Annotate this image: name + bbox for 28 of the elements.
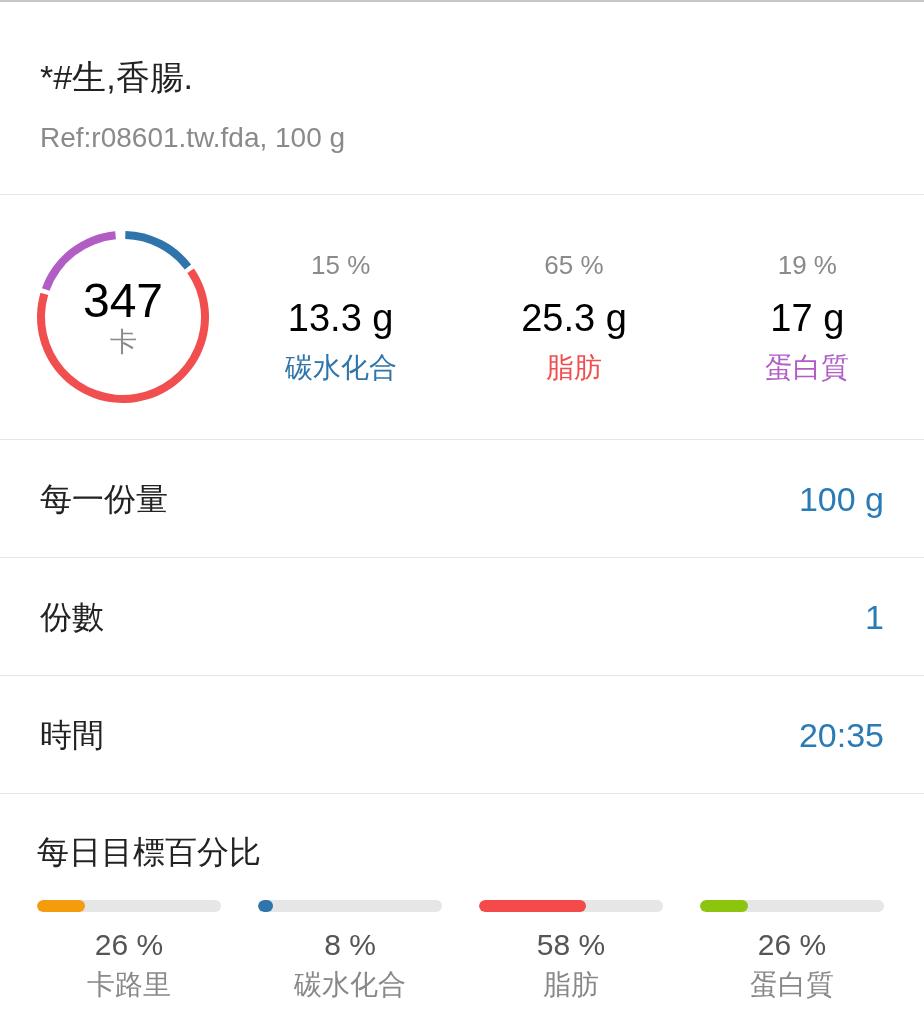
macro-amount: 17 g bbox=[770, 295, 845, 340]
food-title: *#生,香腸. bbox=[40, 57, 194, 97]
goal-label: 卡路里 bbox=[87, 968, 171, 1002]
macro-label: 碳水化合 bbox=[284, 350, 397, 385]
macro-percent: 19 % bbox=[777, 249, 837, 280]
macro-percent: 65 % bbox=[544, 249, 604, 280]
goal-percent: 26 % bbox=[94, 928, 164, 962]
field-label: 每一份量 bbox=[40, 479, 168, 518]
section-title: 每日目標百分比 bbox=[37, 833, 261, 872]
goal-percent: 8 % bbox=[324, 928, 376, 962]
macro-amount: 13.3 g bbox=[287, 295, 394, 340]
macro-label: 脂肪 bbox=[546, 350, 602, 385]
field-value[interactable]: 100 g bbox=[798, 478, 884, 519]
goal-label: 蛋白質 bbox=[750, 968, 834, 1002]
goal-label: 碳水化合 bbox=[294, 968, 406, 1002]
goal-label: 脂肪 bbox=[543, 968, 599, 1002]
goal-percent: 26 % bbox=[757, 928, 827, 962]
macro-amount: 25.3 g bbox=[521, 295, 627, 340]
calorie-value: 347 bbox=[82, 276, 164, 326]
calorie-unit: 卡 bbox=[109, 326, 137, 358]
macro-label: 蛋白質 bbox=[765, 350, 850, 385]
field-value[interactable]: 20:35 bbox=[798, 714, 884, 755]
field-value[interactable]: 1 bbox=[865, 596, 884, 637]
field-label: 時間 bbox=[40, 715, 104, 754]
field-label: 份數 bbox=[40, 597, 104, 636]
macro-percent: 15 % bbox=[311, 249, 371, 280]
food-reference: Ref:r08601.tw.fda, 100 g bbox=[40, 121, 346, 155]
goal-percent: 58 % bbox=[536, 928, 606, 962]
